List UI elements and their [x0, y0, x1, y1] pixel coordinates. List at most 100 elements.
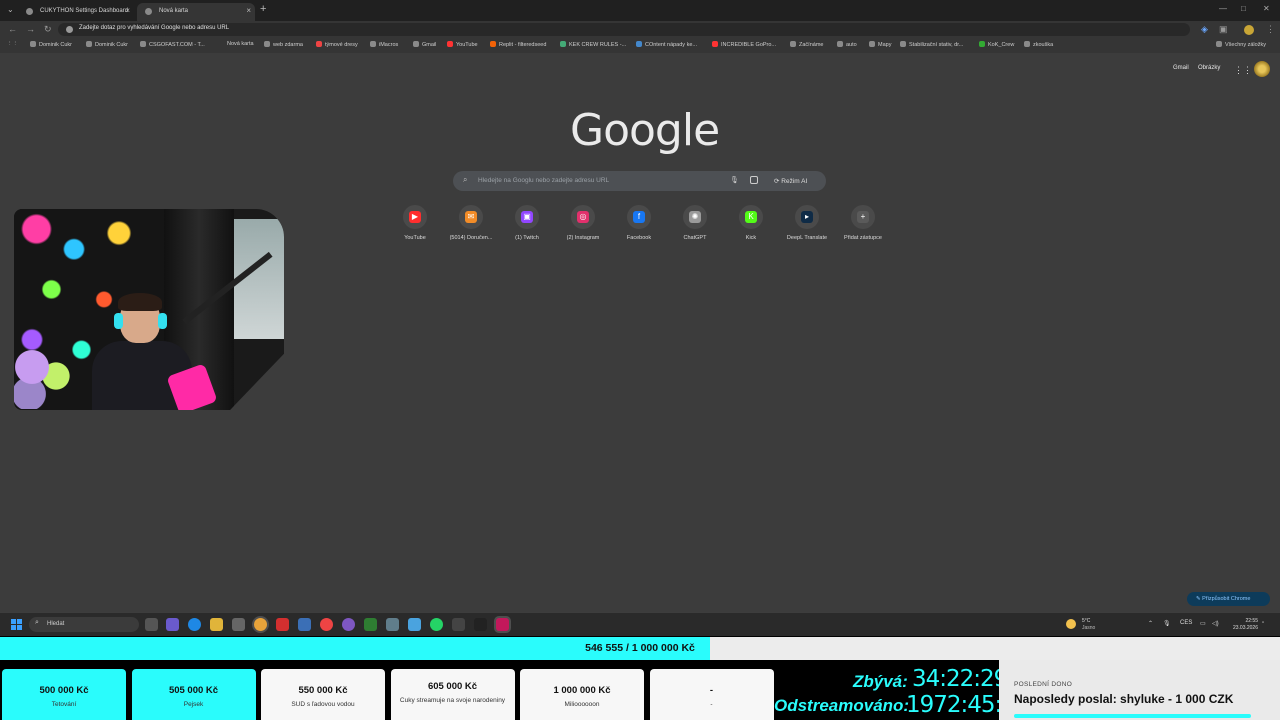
bookmark-item[interactable]: Začínáme: [790, 41, 823, 48]
language-indicator[interactable]: CES: [1180, 620, 1192, 626]
weather-temperature: 5°C: [1082, 618, 1091, 624]
shortcut-tile[interactable]: ✺ ChatGPT: [667, 205, 723, 241]
webcam-overlay: [14, 209, 284, 410]
shortcut-tile[interactable]: + Přidat zástupce: [835, 205, 891, 241]
streamer-hair: [118, 293, 162, 311]
file-explorer-icon[interactable]: [210, 618, 223, 631]
store-icon[interactable]: [232, 618, 245, 631]
clock[interactable]: 22:55 23.03.2026: [1228, 618, 1258, 632]
task-view-icon[interactable]: [145, 618, 158, 631]
address-bar-text: Zadejte dotaz pro vyhledávání Google neb…: [79, 25, 230, 31]
search-icon: ⌕: [463, 175, 468, 184]
shortcut-label: DeepL Translate: [786, 235, 828, 241]
bookmark-item[interactable]: KEK CREW RULES -...: [560, 41, 626, 48]
images-link[interactable]: Obrázky: [1198, 65, 1220, 71]
shortcut-tile[interactable]: ▸ DeepL Translate: [779, 205, 835, 241]
forward-arrow-icon[interactable]: →: [26, 24, 35, 34]
shortcut-label: (1) Twitch: [515, 235, 539, 241]
tab-favicon-icon: [145, 8, 152, 15]
bookmark-item[interactable]: KoK_Crew: [979, 41, 1014, 48]
bookmark-folder[interactable]: iMacros: [370, 41, 398, 48]
shortcut-icon: ▣: [515, 205, 539, 229]
volume-icon[interactable]: ◁): [1212, 620, 1219, 627]
extensions-icon[interactable]: ▣: [1219, 24, 1228, 35]
tab-close-icon[interactable]: ×: [125, 6, 130, 15]
shortcut-icon: K: [739, 205, 763, 229]
new-tab-plus-icon[interactable]: +: [260, 3, 266, 15]
vpn-shield-icon[interactable]: [298, 618, 311, 631]
milestone-amount: 605 000 Kč: [427, 681, 478, 692]
shortcut-label: Facebook: [626, 235, 652, 241]
bookmark-item[interactable]: Nová karta: [227, 41, 254, 47]
bookmark-folder[interactable]: zkouška: [1024, 41, 1053, 48]
teams-icon[interactable]: [166, 618, 179, 631]
windows-start-icon[interactable]: [11, 619, 22, 630]
notifications-icon[interactable]: ▫: [1262, 620, 1264, 626]
donation-goal-bar: 546 555 / 1 000 000 Kč: [0, 637, 1280, 660]
streaming-app-icon[interactable]: [496, 618, 509, 631]
bookmark-item[interactable]: Dominik Cukr: [86, 41, 128, 48]
discord-icon[interactable]: [342, 618, 355, 631]
network-icon[interactable]: ▭: [1200, 620, 1206, 627]
close-window-icon[interactable]: ✕: [1263, 4, 1270, 13]
bookmark-item[interactable]: Gmail: [413, 41, 436, 48]
google-search-box[interactable]: ⌕ Hledejte na Googlu nebo zadejte adresu…: [453, 171, 826, 191]
shortcut-tile[interactable]: ▣ (1) Twitch: [499, 205, 555, 241]
navigation-bar: ← → ↻ Zadejte dotaz pro vyhledávání Goog…: [0, 21, 1280, 38]
bookmarks-bar: ⋮⋮ Dominik Cukr Dominik Cukr CSGOFAST.CO…: [0, 38, 1280, 53]
whatsapp-icon[interactable]: [430, 618, 443, 631]
app-icon[interactable]: [452, 618, 465, 631]
shortcut-tile[interactable]: K Kick: [723, 205, 779, 241]
bookmark-item[interactable]: YouTube: [447, 41, 478, 48]
ai-mode-button[interactable]: ⟳ Režim AI: [774, 177, 807, 185]
edge-icon[interactable]: [188, 618, 201, 631]
milestone-card: --: [649, 669, 774, 720]
menu-dots-icon[interactable]: ⋮: [1266, 24, 1275, 35]
all-bookmarks-folder[interactable]: Všechny záložky: [1216, 41, 1266, 48]
google-lens-icon[interactable]: [750, 176, 758, 184]
app-icon[interactable]: [408, 618, 421, 631]
taskbar-search[interactable]: ⌕ Hledat: [29, 617, 139, 632]
back-arrow-icon[interactable]: ←: [8, 24, 17, 34]
last-donation-heading: POSLEDNÍ DONO: [1014, 681, 1073, 688]
reload-icon[interactable]: ↻: [44, 24, 52, 35]
bookmark-item[interactable]: Replit - filteredseed: [490, 41, 546, 48]
tab-settings-dashboard[interactable]: CUKYTHON Settings Dashboard ×: [18, 3, 134, 21]
milestone-amount: 505 000 Kč: [168, 685, 219, 696]
gmail-link[interactable]: Gmail: [1173, 65, 1189, 71]
bookmark-item[interactable]: Stabilizační stativ, dr...: [900, 41, 963, 48]
bookmark-item[interactable]: Dominik Cukr: [30, 41, 72, 48]
app-icon[interactable]: [320, 618, 333, 631]
bookmark-folder[interactable]: auto: [837, 41, 857, 48]
cast-icon[interactable]: ◈: [1201, 24, 1208, 35]
maximize-icon[interactable]: □: [1241, 4, 1246, 13]
account-avatar[interactable]: [1254, 61, 1270, 77]
shortcut-tile[interactable]: ▶ YouTube: [387, 205, 443, 241]
chrome-icon[interactable]: [254, 618, 267, 631]
excel-icon[interactable]: [364, 618, 377, 631]
apps-grid-icon[interactable]: ⋮⋮: [7, 41, 18, 47]
microphone-icon[interactable]: 🎙︎: [730, 176, 739, 184]
settings-gear-icon[interactable]: [386, 618, 399, 631]
bookmark-item[interactable]: Mapy: [869, 41, 891, 48]
shortcut-tile[interactable]: ◎ (2) Instagram: [555, 205, 611, 241]
minimize-icon[interactable]: —: [1219, 4, 1227, 13]
shortcut-tile[interactable]: ✉ (5014) Doručen...: [443, 205, 499, 241]
obs-icon[interactable]: [474, 618, 487, 631]
tab-search-icon[interactable]: ⌄: [7, 5, 14, 14]
acrobat-icon[interactable]: [276, 618, 289, 631]
tray-overflow-icon[interactable]: ⌃: [1148, 620, 1153, 627]
shortcut-tile[interactable]: f Facebook: [611, 205, 667, 241]
customize-chrome-button[interactable]: ✎ Přizpůsobit Chrome: [1187, 592, 1270, 606]
goal-progress-label: 546 555 / 1 000 000 Kč: [585, 642, 695, 654]
microphone-icon[interactable]: 🎙︎: [1163, 620, 1171, 627]
bookmark-item[interactable]: INCREDIBLE GoPro...: [712, 41, 776, 48]
profile-avatar[interactable]: [1244, 25, 1254, 35]
bookmark-item[interactable]: web zdarma: [264, 41, 303, 48]
tab-close-icon[interactable]: ×: [246, 6, 251, 15]
tab-new-tab[interactable]: Nová karta ×: [137, 3, 255, 21]
bookmark-item[interactable]: týmové dresy: [316, 41, 358, 48]
bookmark-item[interactable]: CSGOFAST.COM - T...: [140, 41, 205, 48]
bookmark-item[interactable]: COntent nápady ke...: [636, 41, 697, 48]
address-bar[interactable]: Zadejte dotaz pro vyhledávání Google neb…: [58, 23, 1190, 36]
